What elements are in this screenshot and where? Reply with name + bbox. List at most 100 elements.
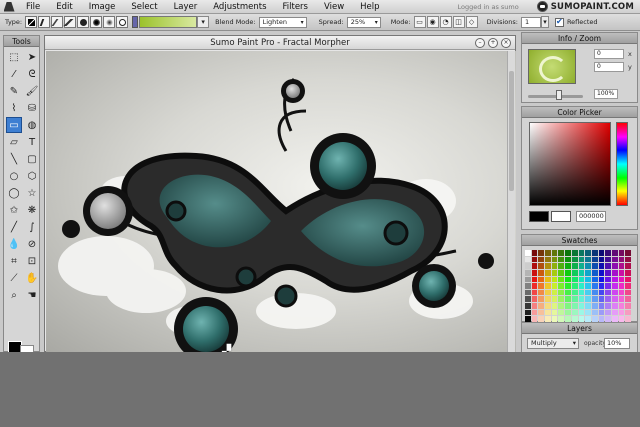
color-swatch[interactable] <box>605 303 611 309</box>
color-swatch[interactable] <box>538 256 545 263</box>
reflected-checkbox[interactable] <box>554 17 564 27</box>
color-swatch[interactable] <box>605 283 611 289</box>
menu-filters[interactable]: Filters <box>275 2 316 12</box>
fill-tool-icon[interactable]: ◍ <box>24 117 40 133</box>
color-swatch[interactable] <box>591 309 598 316</box>
color-swatch[interactable] <box>598 256 605 263</box>
color-swatch[interactable] <box>571 250 578 256</box>
color-swatch[interactable] <box>525 250 531 256</box>
color-swatch[interactable] <box>591 269 598 276</box>
color-swatch[interactable] <box>558 269 565 276</box>
color-swatch[interactable] <box>551 263 558 269</box>
color-swatch[interactable] <box>531 289 538 296</box>
brush-type-4-button[interactable] <box>63 16 78 28</box>
color-swatch[interactable] <box>565 309 571 316</box>
menu-edit[interactable]: Edit <box>48 2 80 12</box>
star-tool-icon[interactable]: ☆ <box>24 185 40 201</box>
color-swatch[interactable] <box>525 296 531 303</box>
color-swatch[interactable] <box>618 283 625 289</box>
smudge-tool-icon[interactable]: ⌇ <box>6 100 22 116</box>
dodge-tool-icon[interactable]: ⊘ <box>24 236 40 252</box>
brush-type-2-button[interactable] <box>38 16 51 28</box>
color-swatch[interactable] <box>545 276 551 283</box>
color-swatch[interactable] <box>525 283 531 289</box>
color-swatch[interactable] <box>585 269 591 276</box>
y-field[interactable]: 0 <box>594 62 624 72</box>
color-swatch[interactable] <box>551 256 558 263</box>
primary-color-swatch[interactable] <box>529 211 549 222</box>
color-swatch[interactable] <box>625 256 631 263</box>
color-swatch[interactable] <box>591 289 598 296</box>
color-swatch[interactable] <box>598 303 605 309</box>
color-swatch[interactable] <box>591 250 598 256</box>
color-swatch[interactable] <box>538 250 545 256</box>
blend-mode-select[interactable]: Lighten ▾ <box>258 16 307 28</box>
color-swatch[interactable] <box>551 296 558 303</box>
color-swatch[interactable] <box>618 269 625 276</box>
layer-blend-select[interactable]: Multiply ▾ <box>527 338 579 349</box>
menu-help[interactable]: Help <box>352 2 387 12</box>
hue-slider[interactable] <box>616 122 628 206</box>
color-swatch[interactable] <box>578 276 585 283</box>
color-swatch[interactable] <box>558 250 565 256</box>
color-swatch[interactable] <box>571 283 578 289</box>
color-swatch[interactable] <box>571 296 578 303</box>
shape-star-tool-icon[interactable]: ✩ <box>6 202 22 218</box>
marquee-rect-tool-icon[interactable]: ⬚ <box>6 49 22 65</box>
color-swatch[interactable] <box>545 250 551 256</box>
mode-diamond-button[interactable]: ◇ <box>465 16 478 28</box>
color-swatch[interactable] <box>551 303 558 309</box>
gradient-tool-icon[interactable]: ▭ <box>6 117 22 133</box>
color-swatch[interactable] <box>578 289 585 296</box>
menu-image[interactable]: Image <box>81 2 124 12</box>
zoom-field[interactable]: 100% <box>594 89 618 99</box>
stamp-tool-icon[interactable]: ⛁ <box>24 100 40 116</box>
color-swatch[interactable] <box>531 269 538 276</box>
color-swatch[interactable] <box>538 309 545 316</box>
color-swatch[interactable] <box>598 263 605 269</box>
color-swatch[interactable] <box>558 256 565 263</box>
color-swatch[interactable] <box>538 269 545 276</box>
color-swatch[interactable] <box>625 269 631 276</box>
background-color-swatch[interactable] <box>20 345 34 352</box>
color-swatch[interactable] <box>545 283 551 289</box>
color-swatch[interactable] <box>611 256 618 263</box>
brand[interactable]: SUMOPAINT.COM <box>536 1 634 12</box>
color-swatch[interactable] <box>585 289 591 296</box>
color-swatch[interactable] <box>531 283 538 289</box>
ellipse-tool-icon[interactable]: ○ <box>6 168 22 184</box>
color-swatch[interactable] <box>531 263 538 269</box>
color-swatch[interactable] <box>551 250 558 256</box>
color-swatch[interactable] <box>618 256 625 263</box>
color-swatch[interactable] <box>545 256 551 263</box>
brush-type-1-button[interactable] <box>25 16 38 28</box>
canvas-vertical-scrollbar[interactable] <box>507 51 515 352</box>
minimize-icon[interactable]: – <box>475 38 485 48</box>
color-swatch[interactable] <box>611 289 618 296</box>
color-swatch[interactable] <box>538 303 545 309</box>
color-swatch[interactable] <box>538 276 545 283</box>
color-swatch[interactable] <box>571 289 578 296</box>
color-swatch[interactable] <box>585 309 591 316</box>
color-swatch[interactable] <box>551 269 558 276</box>
scrollbar-thumb[interactable] <box>509 71 514 191</box>
canvas-title-bar[interactable]: Sumo Paint Pro - Fractal Morpher – + × <box>45 36 515 50</box>
color-swatch[interactable] <box>545 263 551 269</box>
color-swatch[interactable] <box>598 283 605 289</box>
color-swatch[interactable] <box>611 276 618 283</box>
color-swatch[interactable] <box>598 250 605 256</box>
flower-tool-icon[interactable]: ❋ <box>24 202 40 218</box>
color-swatch[interactable] <box>565 303 571 309</box>
color-swatch[interactable] <box>605 269 611 276</box>
color-swatch[interactable] <box>525 303 531 309</box>
brush-type-8-button[interactable] <box>116 16 129 28</box>
x-field[interactable]: 0 <box>594 49 624 59</box>
brush-tool-icon[interactable]: 🖌 <box>24 83 40 99</box>
color-swatch[interactable] <box>605 256 611 263</box>
color-swatch[interactable] <box>565 250 571 256</box>
color-swatch[interactable] <box>545 309 551 316</box>
picker-tool-icon[interactable]: ⟋ <box>6 270 22 286</box>
color-swatch[interactable] <box>618 276 625 283</box>
wand-tool-icon[interactable]: ⁄ <box>6 66 22 82</box>
color-swatch[interactable] <box>571 303 578 309</box>
